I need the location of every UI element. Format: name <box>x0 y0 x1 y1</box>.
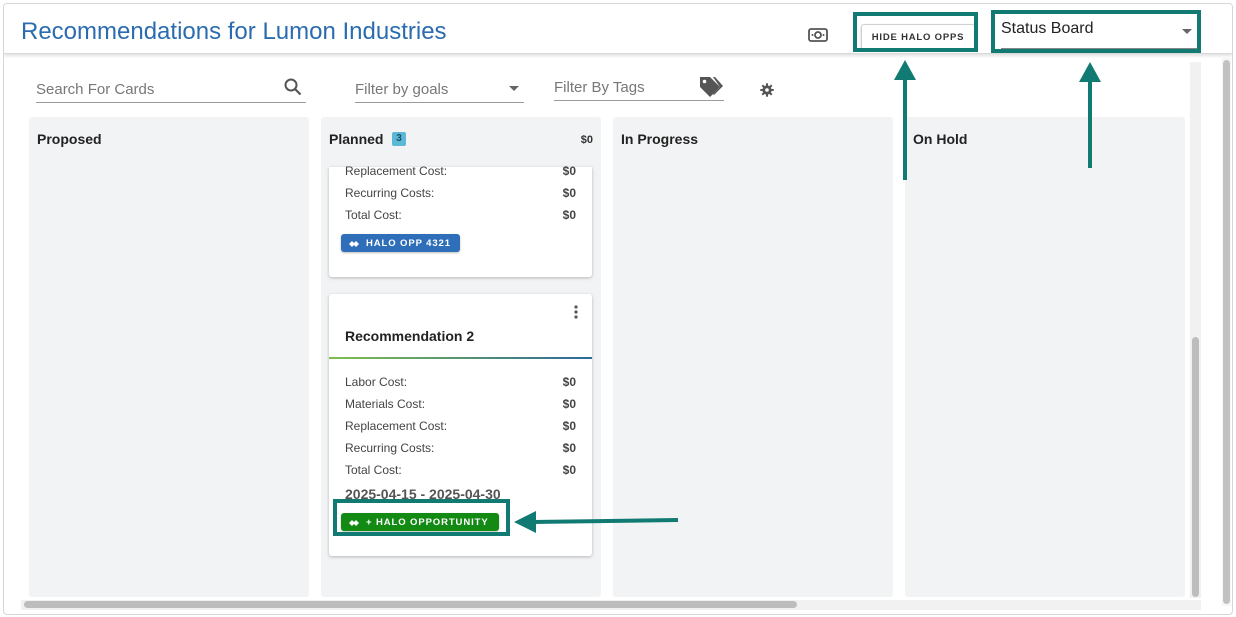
callout-status-board <box>991 10 1201 53</box>
tags-filter-input[interactable]: Filter By Tags <box>554 74 724 101</box>
goals-filter-select[interactable]: Filter by goals <box>355 76 524 103</box>
cost-row: Total Cost: $0 <box>345 208 576 226</box>
cost-label: Recurring Costs: <box>345 441 435 455</box>
up-arrow-icon <box>1079 62 1101 168</box>
cost-row: Recurring Costs: $0 <box>345 441 576 459</box>
column-title: In Progress <box>621 131 699 147</box>
cost-label: Total Cost: <box>345 463 402 477</box>
cost-label: Replacement Cost: <box>345 419 448 433</box>
callout-halo-opportunity <box>333 499 510 536</box>
goals-placeholder: Filter by goals <box>355 81 449 98</box>
cost-row: Materials Cost: $0 <box>345 397 576 415</box>
halo-opp-label: HALO OPP 4321 <box>366 237 451 249</box>
gear-icon[interactable] <box>760 83 774 97</box>
cost-row: Replacement Cost: $0 <box>345 419 576 437</box>
money-icon[interactable] <box>808 27 828 43</box>
callout-hide-halo-opps <box>853 12 978 52</box>
recommendation-card[interactable]: Replacement Cost: $0 Recurring Costs: $0… <box>329 164 592 277</box>
up-arrow-icon <box>894 60 916 180</box>
card-title: Recommendation 2 <box>345 328 475 344</box>
tags-icon[interactable] <box>698 75 724 97</box>
app-window: Recommendations for Lumon Industries HID… <box>3 3 1233 615</box>
cost-label: Recurring Costs: <box>345 186 435 200</box>
cost-label: Replacement Cost: <box>345 164 448 178</box>
card-count-badge: 3 <box>392 132 406 146</box>
search-placeholder: Search For Cards <box>36 81 155 98</box>
vertical-scrollbar-thumb[interactable] <box>1192 337 1199 597</box>
cost-amount: $0 <box>562 164 576 178</box>
cost-row: Labor Cost: $0 <box>345 375 576 393</box>
cost-row: Replacement Cost: $0 <box>345 164 576 182</box>
cost-amount: $0 <box>562 441 576 455</box>
column-title: Proposed <box>37 131 102 147</box>
cost-amount: $0 <box>562 375 576 389</box>
column-title: Planned <box>329 131 384 147</box>
tags-placeholder: Filter By Tags <box>554 79 645 96</box>
card-divider <box>329 357 592 359</box>
search-icon[interactable] <box>284 78 302 96</box>
page-scrollbar-thumb[interactable] <box>1223 60 1230 604</box>
chevron-down-icon <box>509 86 519 91</box>
cost-amount: $0 <box>562 208 576 222</box>
cost-amount: $0 <box>562 397 576 411</box>
horizontal-scrollbar-thumb[interactable] <box>24 601 797 608</box>
cost-amount: $0 <box>562 186 576 200</box>
search-input[interactable]: Search For Cards <box>36 76 306 103</box>
column-total: $0 <box>580 134 593 146</box>
halo-opp-button[interactable]: HALO OPP 4321 <box>341 234 460 252</box>
cost-label: Materials Cost: <box>345 397 426 411</box>
more-options-icon[interactable] <box>574 305 578 319</box>
column-on-hold: On Hold <box>905 117 1185 597</box>
cost-amount: $0 <box>562 463 576 477</box>
handshake-icon <box>349 241 359 247</box>
left-arrow-icon <box>514 511 679 533</box>
page-title: Recommendations for Lumon Industries <box>21 18 447 45</box>
cost-row: Recurring Costs: $0 <box>345 186 576 204</box>
column-proposed: Proposed <box>29 117 309 597</box>
cost-row: Total Cost: $0 <box>345 463 576 481</box>
column-title: On Hold <box>913 131 968 147</box>
cost-label: Labor Cost: <box>345 375 408 389</box>
cost-label: Total Cost: <box>345 208 402 222</box>
cost-amount: $0 <box>562 419 576 433</box>
